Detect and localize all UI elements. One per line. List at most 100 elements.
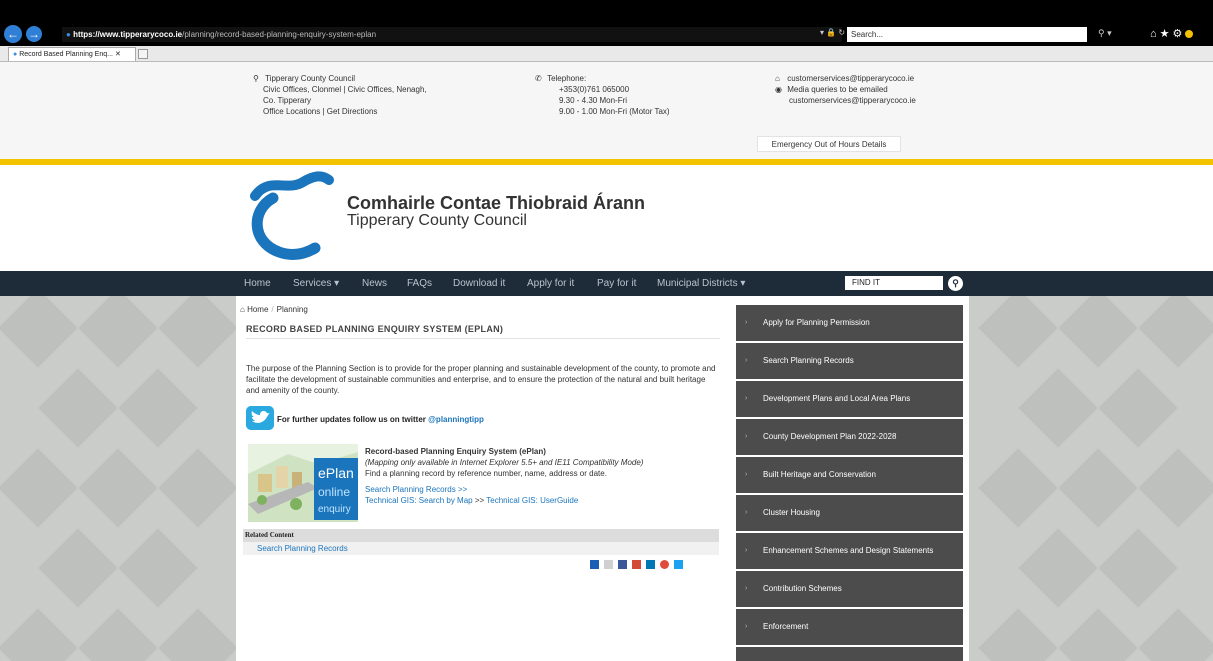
office-locations-link[interactable]: Office Locations | Get Directions xyxy=(253,106,427,117)
sidebar-item-enhancement-schemes[interactable]: › Enhancement Schemes and Design Statemen… xyxy=(736,533,963,569)
tab-close-icon[interactable]: ✕ xyxy=(115,51,121,58)
nav-news[interactable]: News xyxy=(362,278,387,289)
smiley-icon[interactable] xyxy=(1185,30,1194,39)
share-icons xyxy=(590,560,683,569)
favorites-star-icon[interactable]: ★ xyxy=(1160,28,1173,40)
sidebar-item-label: Built Heritage and Conservation xyxy=(763,470,876,479)
browser-tab[interactable]: ● Record Based Planning Enq... ✕ xyxy=(8,47,136,61)
title-divider xyxy=(246,338,720,339)
sidebar-item-built-heritage[interactable]: › Built Heritage and Conservation xyxy=(736,457,963,493)
search-icon[interactable]: ⚲ ▾ xyxy=(1098,28,1112,39)
tab-favicon-icon: ● xyxy=(13,51,18,58)
phone-icon: ✆ xyxy=(535,74,542,83)
nav-municipal-districts[interactable]: Municipal Districts ▾ xyxy=(657,278,745,289)
new-tab-button[interactable] xyxy=(138,49,148,59)
related-search-planning-records-link[interactable]: Search Planning Records xyxy=(243,542,719,555)
email-link[interactable]: customerservices@tipperarycoco.ie xyxy=(787,74,914,83)
email-block: ⌂ customerservices@tipperarycoco.ie ◉ Me… xyxy=(775,73,916,106)
related-content-heading: Related Content xyxy=(243,529,719,542)
browser-top-strip xyxy=(0,0,1213,24)
url-path: /planning/record-based-planning-enquiry-… xyxy=(182,30,377,39)
home-icon[interactable]: ⌂ xyxy=(240,305,245,314)
logo-area xyxy=(0,165,1213,271)
eplan-img-text: ePlan xyxy=(318,465,354,481)
tab-title: Record Based Planning Enq... xyxy=(19,51,113,58)
sidebar-item-label: Apply for Planning Permission xyxy=(763,318,870,327)
nav-services[interactable]: Services ▾ xyxy=(293,278,339,289)
address-block: ⚲ Tipperary County Council Civic Offices… xyxy=(253,73,427,117)
screen: ← → ● https://www.tipperarycoco.ie/plann… xyxy=(0,0,1213,661)
chevron-right-icon: › xyxy=(745,547,748,554)
emergency-button[interactable]: Emergency Out of Hours Details xyxy=(757,136,901,152)
address-line: Civic Offices, Clonmel | Civic Offices, … xyxy=(263,85,427,94)
phone-label: Telephone: xyxy=(547,74,587,83)
url-lock-refresh-icon[interactable]: ▾ 🔒 ↻ xyxy=(820,28,845,37)
linkedin-icon[interactable] xyxy=(646,560,655,569)
stumbleupon-icon[interactable] xyxy=(660,560,669,569)
nav-download-it[interactable]: Download it xyxy=(453,278,505,289)
sidebar-item-enforcement[interactable]: › Enforcement xyxy=(736,609,963,645)
browser-search-input[interactable]: Search... xyxy=(847,27,1087,42)
logo-irish-name: Comhairle Contae Thiobraid Árann xyxy=(347,193,646,213)
logo-english-name: Tipperary County Council xyxy=(347,212,527,229)
settings-gear-icon[interactable]: ⚙ xyxy=(1173,28,1186,40)
twitter-prefix: For further updates follow us on twitter xyxy=(277,415,426,424)
gis-userguide-link[interactable]: Technical GIS: UserGuide xyxy=(486,496,578,505)
phone-hours-motortax: 9.00 - 1.00 Mon-Fri (Motor Tax) xyxy=(559,107,670,116)
chevron-right-icon: › xyxy=(745,319,748,326)
sidebar-item-label: Enforcement xyxy=(763,622,809,631)
browser-tab-strip xyxy=(0,46,1213,62)
sidebar-item-search-planning-records[interactable]: › Search Planning Records xyxy=(736,343,963,379)
sidebar-item-cluster-housing[interactable]: › Cluster Housing xyxy=(736,495,963,531)
sidebar-item-contribution-schemes[interactable]: › Contribution Schemes xyxy=(736,571,963,607)
delicious-icon[interactable] xyxy=(590,560,599,569)
sidebar-item-apply-for-planning[interactable]: › Apply for Planning Permission xyxy=(736,305,963,341)
nav-apply-for-it[interactable]: Apply for it xyxy=(527,278,574,289)
link-separator: >> xyxy=(474,496,485,505)
facebook-icon[interactable] xyxy=(618,560,627,569)
media-email-link[interactable]: customerservices@tipperarycoco.ie xyxy=(775,95,916,106)
search-icon[interactable]: ⚲ xyxy=(948,276,963,291)
chevron-right-icon: › xyxy=(745,585,748,592)
twitter-handle-link[interactable]: @planningtipp xyxy=(428,415,484,424)
nav-home[interactable]: Home xyxy=(244,278,271,289)
breadcrumb-home[interactable]: Home xyxy=(247,305,268,314)
twitter-follow-text: For further updates follow us on twitter… xyxy=(277,415,484,424)
url-field[interactable]: ● https://www.tipperarycoco.ie/planning/… xyxy=(62,27,842,42)
forward-icon[interactable]: → xyxy=(26,26,42,42)
intro-paragraph: The purpose of the Planning Section is t… xyxy=(246,364,716,395)
nav-faqs[interactable]: FAQs xyxy=(407,278,432,289)
search-planning-records-link[interactable]: Search Planning Records >> xyxy=(365,484,643,495)
breadcrumb-planning[interactable]: Planning xyxy=(277,305,308,314)
google-plus-icon[interactable] xyxy=(632,560,641,569)
eplan-illustration[interactable]: ePlan online enquiry xyxy=(248,444,358,522)
home-icon: ⌂ xyxy=(775,74,780,83)
chevron-right-icon: › xyxy=(745,471,748,478)
twitter-bird-icon[interactable] xyxy=(246,406,274,430)
phone-hours: 9.30 - 4.30 Mon-Fri xyxy=(559,96,628,105)
sidebar-item-label: Development Plans and Local Area Plans xyxy=(763,394,911,403)
gis-search-by-map-link[interactable]: Technical GIS: Search by Map xyxy=(365,496,473,505)
sidebar-item-partial[interactable] xyxy=(736,647,963,661)
phone-number[interactable]: +353(0)761 065000 xyxy=(535,84,670,95)
back-icon[interactable]: ← xyxy=(4,25,22,43)
nav-pay-for-it[interactable]: Pay for it xyxy=(597,278,636,289)
media-icon: ◉ xyxy=(775,85,782,94)
chevron-right-icon: › xyxy=(745,509,748,516)
email-share-icon[interactable] xyxy=(604,560,613,569)
address-line: Co. Tipperary xyxy=(263,96,312,105)
find-it-input[interactable]: FIND IT xyxy=(845,276,943,290)
eplan-img-text: enquiry xyxy=(318,504,351,515)
sidebar-item-county-development-plan[interactable]: › County Development Plan 2022-2028 xyxy=(736,419,963,455)
eplan-description: Find a planning record by reference numb… xyxy=(365,469,607,478)
eplan-note: (Mapping only available in Internet Expl… xyxy=(365,458,644,467)
chevron-right-icon: › xyxy=(745,395,748,402)
home-icon[interactable]: ⌂ xyxy=(1150,28,1160,40)
sidebar-item-label: County Development Plan 2022-2028 xyxy=(763,432,897,441)
sidebar-item-development-plans[interactable]: › Development Plans and Local Area Plans xyxy=(736,381,963,417)
page-title: RECORD BASED PLANNING ENQUIRY SYSTEM (EP… xyxy=(246,324,504,334)
eplan-img-text: online xyxy=(318,485,350,499)
twitter-share-icon[interactable] xyxy=(674,560,683,569)
council-logo-icon[interactable] xyxy=(243,170,335,262)
location-pin-icon: ⚲ xyxy=(253,74,259,83)
